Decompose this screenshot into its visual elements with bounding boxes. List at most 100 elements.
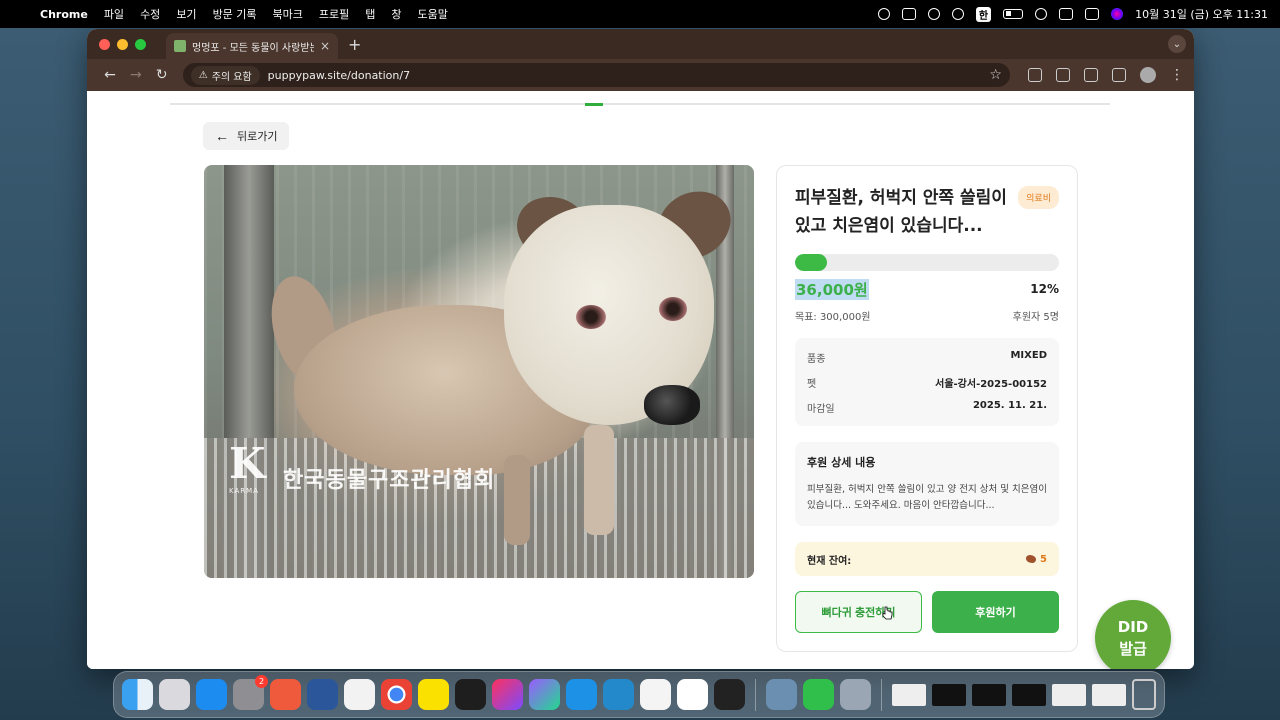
more-menu-icon[interactable]: ⋮	[1170, 67, 1184, 83]
launchpad-icon[interactable]	[159, 679, 190, 710]
close-window-button[interactable]	[99, 38, 110, 50]
forward-nav-icon[interactable]: →	[123, 67, 149, 83]
record-icon[interactable]	[877, 8, 890, 20]
security-warning-label: 주의 요함	[211, 71, 252, 83]
ebook-icon[interactable]	[344, 679, 375, 710]
dog-leg	[504, 455, 530, 545]
did-button-line2: 발급	[1119, 640, 1147, 658]
menu-help[interactable]: 도움말	[418, 6, 448, 22]
window-thumbnail[interactable]	[972, 683, 1006, 706]
back-button[interactable]: ← 뒤로가기	[203, 122, 290, 150]
vscode-icon[interactable]	[603, 679, 634, 710]
play-icon[interactable]	[927, 8, 940, 20]
settings-badge: 2	[255, 675, 268, 688]
address-bar[interactable]: ⚠ 주의 요함 puppypaw.site/donation/7 ☆	[182, 63, 1010, 87]
menu-bar: Chrome 파일 수정 보기 방문 기록 북마크 프로필 탭 창 도움말 한 …	[0, 0, 1280, 28]
watermark-org-name: 한국동물구조관리협회	[283, 468, 496, 493]
battery-icon[interactable]	[1003, 9, 1024, 19]
karma-logo-text: KARMA	[229, 487, 259, 495]
new-tab-button[interactable]: +	[348, 35, 361, 54]
nav-divider	[170, 103, 1110, 105]
kakaotalk-icon[interactable]	[418, 679, 449, 710]
performance-icon[interactable]	[1111, 68, 1126, 82]
extensions-icon[interactable]	[1055, 68, 1070, 82]
menu-edit[interactable]: 수정	[140, 6, 160, 22]
menu-history[interactable]: 방문 기록	[213, 6, 257, 22]
window-thumbnail[interactable]	[1092, 683, 1126, 706]
finder-icon[interactable]	[122, 679, 153, 710]
window-thumbnail[interactable]	[932, 683, 966, 706]
dog-eye	[576, 305, 606, 329]
balance-label: 현재 잔여:	[807, 555, 852, 567]
donate-button[interactable]: 후원하기	[932, 591, 1059, 633]
charge-bones-button[interactable]: 뼈다귀 충전하기	[795, 591, 922, 633]
zoom-window-button[interactable]	[135, 38, 146, 50]
info-key: 마감일	[807, 404, 835, 415]
intellij-icon[interactable]	[492, 679, 523, 710]
balance-value-wrap: 5	[1026, 554, 1047, 565]
browser-toolbar: ← → ↻ ⚠ 주의 요함 puppypaw.site/donation/7 ☆…	[87, 59, 1194, 91]
window-thumbnail[interactable]	[1052, 683, 1086, 706]
back-button-label: 뒤로가기	[237, 131, 278, 143]
figma-icon[interactable]	[455, 679, 486, 710]
back-nav-icon[interactable]: ←	[97, 67, 123, 83]
menu-tab[interactable]: 탭	[365, 6, 375, 22]
window-thumbnail[interactable]	[892, 683, 926, 706]
wifi-icon[interactable]	[1059, 8, 1074, 20]
numbers-icon[interactable]	[803, 679, 834, 710]
progress-fill	[795, 254, 827, 271]
campaign-title: 피부질환, 허벅지 안쪽 쓸림이 있고 치은염이 있습니다...	[795, 188, 1007, 236]
donation-card: 피부질환, 허벅지 안쪽 쓸림이 있고 치은염이 있습니다... 의료비 36,…	[776, 165, 1078, 652]
did-issue-button[interactable]: DID 발급	[1095, 600, 1171, 669]
translate-icon[interactable]	[1027, 68, 1042, 82]
bookmark-star-icon[interactable]: ☆	[989, 67, 1002, 83]
menu-view[interactable]: 보기	[176, 6, 196, 22]
backer-count: 후원자 5명	[1012, 312, 1059, 323]
profile-avatar[interactable]	[1139, 67, 1156, 83]
photo-watermark: K KARMA 한국동물구조관리협회	[229, 443, 496, 496]
security-warning-chip[interactable]: ⚠ 주의 요함	[190, 65, 260, 85]
siri-icon[interactable]	[1111, 8, 1124, 20]
iphone-mirroring-icon[interactable]	[270, 679, 301, 710]
tab-bar: 멍멍포 - 모든 동물이 사랑받는 세상 × + ⌄	[87, 29, 1194, 59]
preview-icon[interactable]	[766, 679, 797, 710]
window-thumbnail[interactable]	[1012, 683, 1046, 706]
menubar-datetime[interactable]: 10월 31일 (금) 오후 11:31	[1135, 6, 1268, 22]
minimize-window-button[interactable]	[117, 38, 128, 50]
reload-icon[interactable]: ↻	[149, 67, 175, 83]
datagrip-icon[interactable]	[529, 679, 560, 710]
chatgpt-icon[interactable]	[677, 679, 708, 710]
word-icon[interactable]	[307, 679, 338, 710]
textedit-icon[interactable]	[640, 679, 671, 710]
tab-search-chevron-icon[interactable]: ⌄	[1168, 35, 1186, 53]
download-icon[interactable]	[1083, 68, 1098, 82]
terminal-icon[interactable]	[714, 679, 745, 710]
info-row-deadline: 마감일 2025. 11. 21.	[807, 400, 1047, 415]
active-nav-indicator	[585, 103, 603, 106]
balance-value: 5	[1040, 553, 1047, 565]
docker-icon[interactable]	[566, 679, 597, 710]
url-text[interactable]: puppypaw.site/donation/7	[268, 69, 990, 82]
menu-file[interactable]: 파일	[104, 6, 124, 22]
menu-bookmarks[interactable]: 북마크	[273, 6, 303, 22]
moon-icon[interactable]	[951, 8, 964, 20]
menu-app-name[interactable]: Chrome	[40, 8, 88, 21]
browser-tab[interactable]: 멍멍포 - 모든 동물이 사랑받는 세상 ×	[166, 33, 338, 59]
input-source-indicator[interactable]: 한	[975, 6, 992, 22]
trash-icon[interactable]	[1132, 679, 1156, 710]
menu-window[interactable]: 창	[391, 6, 401, 22]
raised-amount: 36,000원	[795, 279, 869, 300]
menu-profiles[interactable]: 프로필	[319, 6, 349, 22]
chrome-icon[interactable]	[381, 679, 412, 710]
app-store-icon[interactable]	[196, 679, 227, 710]
site-favicon-icon	[174, 40, 186, 52]
karma-logo-letter: K	[229, 439, 266, 488]
link-icon[interactable]	[1035, 8, 1048, 20]
system-settings-icon[interactable]: 2	[233, 675, 268, 710]
close-tab-icon[interactable]: ×	[320, 39, 330, 53]
progress-percent: 12%	[1030, 282, 1059, 296]
control-icon[interactable]	[901, 8, 916, 20]
quicktime-icon[interactable]	[840, 679, 871, 710]
tab-title: 멍멍포 - 모든 동물이 사랑받는 세상	[192, 42, 314, 54]
control-center-icon[interactable]	[1085, 8, 1100, 20]
